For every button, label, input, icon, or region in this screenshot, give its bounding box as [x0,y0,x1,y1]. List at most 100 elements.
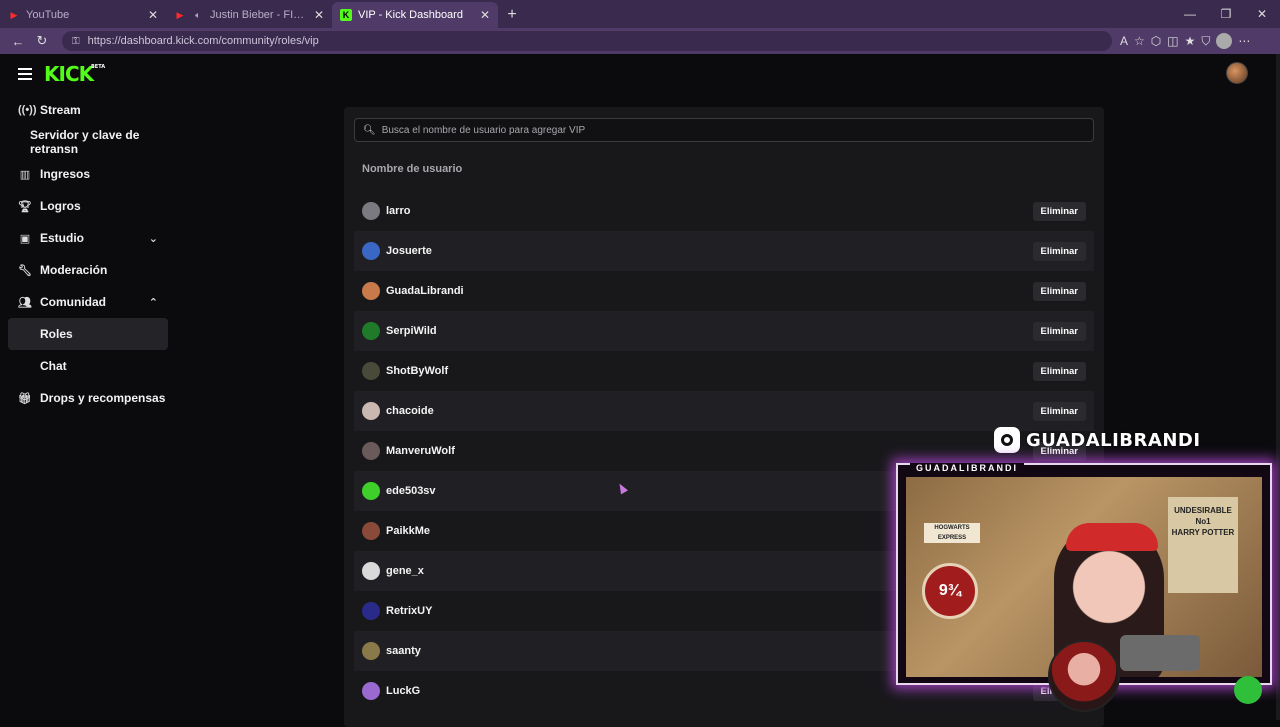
close-tab-icon[interactable]: ✕ [480,8,490,22]
avatar[interactable] [362,242,380,260]
shield-icon[interactable]: ⛉ [1201,34,1210,49]
avatar[interactable] [362,642,380,660]
search-placeholder: Busca el nombre de usuario para agregar … [381,124,586,136]
sidebar-item-estudio[interactable]: ▣ Estudio ⌄ [8,222,168,254]
vip-search-input[interactable]: 🔍︎ Busca el nombre de usuario para agreg… [354,118,1094,142]
username[interactable]: larro [386,205,1033,217]
hogwarts-sign: HOGWARTS EXPRESS [924,523,980,543]
platform-badge: 9¾ [922,563,978,619]
sidebar-item-label: Chat [40,359,67,373]
minimize-icon[interactable]: — [1172,7,1208,21]
site-info-icon[interactable]: ⚿ [72,36,80,47]
favorite-star-icon[interactable]: ☆ [1134,34,1145,48]
menu-icon[interactable] [18,68,32,80]
address-bar-row: ← ↻ ⚿ https://dashboard.kick.com/communi… [0,28,1280,54]
remove-vip-button[interactable]: Eliminar [1032,281,1086,301]
favorites-icon[interactable]: ★ [1185,34,1196,48]
sidebar-item-label: Drops y recompensas [40,391,166,405]
sidebar-item-logros[interactable]: 🏆︎ Logros [8,190,168,222]
top-bar: KICK BETA [0,54,1276,94]
restore-icon[interactable]: ❐ [1208,7,1244,21]
remove-vip-button[interactable]: Eliminar [1032,201,1086,221]
instagram-handle-overlay: GUADALIBRANDI [994,425,1201,455]
sidebar-item-chat[interactable]: Chat [8,350,168,382]
table-row: Josuerte Eliminar [354,231,1094,271]
extensions-icon[interactable]: ⬡ [1151,34,1161,48]
new-tab-button[interactable]: + [498,2,526,28]
avatar[interactable] [362,522,380,540]
split-screen-icon[interactable]: ◫ [1167,34,1178,48]
close-window-icon[interactable]: ✕ [1244,7,1280,21]
avatar[interactable] [362,322,380,340]
remove-vip-button[interactable]: Eliminar [1032,361,1086,381]
sidebar-item-ingresos[interactable]: ▥ Ingresos [8,158,168,190]
remove-vip-button[interactable]: Eliminar [1032,401,1086,421]
overlay-handle-text: GUADALIBRANDI [1026,429,1201,451]
avatar[interactable] [362,282,380,300]
sidebar-item-roles[interactable]: Roles [8,318,168,350]
chevron-down-icon[interactable]: ⌄ [149,232,158,245]
window-controls: — ❐ ✕ [1172,0,1280,28]
sidebar-item-label: Stream [40,103,81,117]
sidebar-item-label: Servidor y clave de retransn [30,128,140,156]
browser-tab-music[interactable]: ▶ 🔈︎ Justin Bieber - FIRST PLACE (/ ✕ [166,2,332,28]
gift-icon: 🎁︎ [18,392,32,405]
browser-tab-youtube[interactable]: ▶ YouTube ✕ [0,2,166,28]
username[interactable]: GuadaLibrandi [386,285,1033,297]
kick-logo[interactable]: KICK BETA [44,62,105,86]
table-row: SerpiWild Eliminar [354,311,1094,351]
avatar[interactable] [362,402,380,420]
tab-title: Justin Bieber - FIRST PLACE (/ [210,9,308,21]
green-badge-icon [1234,676,1262,704]
sidebar-item-server-key[interactable]: Servidor y clave de retransn [8,126,168,158]
url-text: https://dashboard.kick.com/community/rol… [87,35,319,47]
page-scrollbar[interactable] [1276,54,1280,720]
back-icon[interactable]: ← [6,34,30,49]
username[interactable]: LuckG [386,685,1033,697]
username[interactable]: Josuerte [386,245,1033,257]
avatar[interactable] [362,482,380,500]
browser-tab-kick[interactable]: K VIP - Kick Dashboard ✕ [332,2,498,28]
wanted-poster: UNDESIRABLE No1 HARRY POTTER [1168,497,1238,593]
read-aloud-icon[interactable]: A [1120,34,1128,48]
reload-icon[interactable]: ↻ [30,33,54,49]
browser-profile-avatar[interactable] [1216,33,1233,49]
youtube-icon: ▶ [176,9,184,20]
sidebar-item-label: Roles [40,327,73,341]
avatar[interactable] [362,442,380,460]
username[interactable]: ManveruWolf [386,445,1033,457]
avatar[interactable] [362,682,380,700]
avatar[interactable] [362,562,380,580]
close-tab-icon[interactable]: ✕ [314,8,324,22]
sidebar-item-stream[interactable]: ((•)) Stream [8,94,168,126]
tab-title: VIP - Kick Dashboard [358,9,463,21]
username[interactable]: SerpiWild [386,325,1033,337]
avatar[interactable] [362,602,380,620]
more-icon[interactable]: ⋯ [1238,34,1250,48]
sidebar-item-comunidad[interactable]: 👥︎ Comunidad ⌃ [8,286,168,318]
avatar[interactable] [362,362,380,380]
remove-vip-button[interactable]: Eliminar [1032,321,1086,341]
table-row: larro Eliminar [354,191,1094,231]
trophy-icon: 🏆︎ [18,200,32,213]
username[interactable]: ShotByWolf [386,365,1033,377]
chevron-up-icon[interactable]: ⌃ [149,296,158,309]
search-icon: 🔍︎ [363,124,376,136]
speaker-icon[interactable]: 🔈︎ [192,9,204,21]
tab-title: YouTube [26,9,70,21]
studio-icon: ▣ [19,232,31,245]
instagram-icon [994,427,1020,453]
column-header-username: Nombre de usuario [362,163,463,175]
sidebar-item-drops[interactable]: 🎁︎ Drops y recompensas [8,382,168,414]
avatar[interactable] [362,202,380,220]
sidebar-item-label: Moderación [40,263,108,277]
broadcast-icon: ((•)) [18,104,37,116]
beta-badge: BETA [91,64,106,70]
chart-icon: ▥ [19,168,31,181]
url-field[interactable]: ⚿ https://dashboard.kick.com/community/r… [62,31,1112,51]
username[interactable]: chacoide [386,405,1033,417]
user-avatar[interactable] [1226,62,1248,84]
sidebar-item-moderacion[interactable]: 🔧︎ Moderación [8,254,168,286]
remove-vip-button[interactable]: Eliminar [1032,241,1086,261]
close-tab-icon[interactable]: ✕ [148,8,158,22]
